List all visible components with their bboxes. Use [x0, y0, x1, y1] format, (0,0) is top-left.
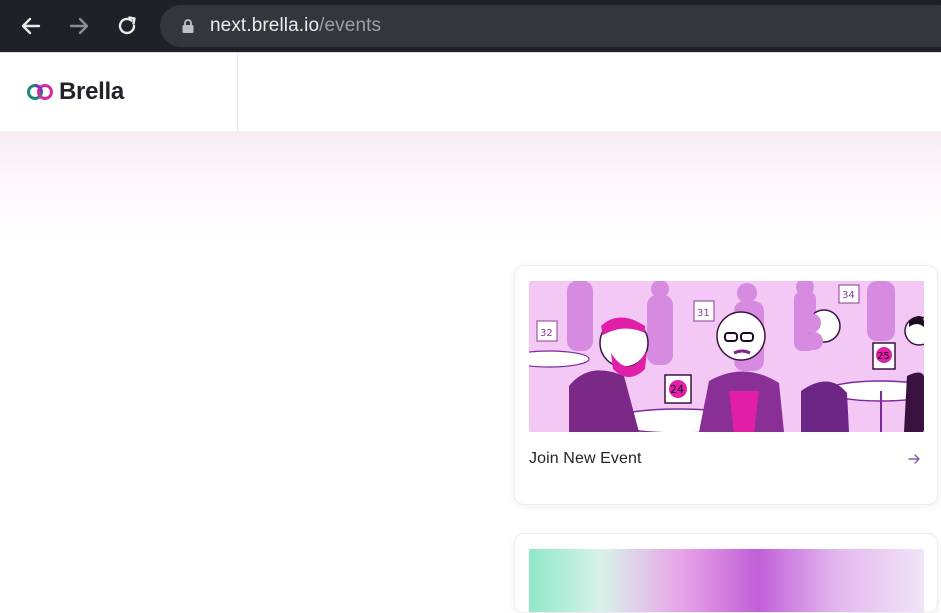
- reload-icon: [118, 16, 136, 35]
- arrow-left-icon: [21, 17, 41, 35]
- forward-button[interactable]: [55, 0, 103, 52]
- browser-toolbar: next.brella.io/events: [0, 0, 941, 52]
- back-button[interactable]: [7, 0, 55, 52]
- logo[interactable]: Brella: [0, 53, 238, 131]
- events-page: 32 31 34 24 25 Join New Event: [0, 131, 941, 613]
- logo-text: Brella: [59, 78, 124, 105]
- url-host: next.brella.io: [210, 15, 320, 36]
- table-number-34: 34: [842, 290, 855, 301]
- lock-icon: [182, 19, 194, 33]
- arrow-right-icon: [69, 17, 89, 35]
- arrow-right-icon[interactable]: [907, 452, 921, 466]
- url-text: next.brella.io/events: [210, 15, 381, 37]
- table-number-31: 31: [697, 308, 710, 319]
- table-number-25: 25: [877, 351, 890, 362]
- card-title: Join New Event: [529, 450, 642, 467]
- url-path: /events: [319, 15, 382, 36]
- networking-event-illustration: 32 31 34 24 25: [529, 281, 924, 432]
- networking-illustration-svg: 32 31 34 24 25: [529, 281, 924, 432]
- event-card[interactable]: [514, 533, 938, 613]
- brella-logo-icon: [27, 84, 53, 100]
- table-number-24: 24: [670, 383, 684, 396]
- join-new-event-card[interactable]: 32 31 34 24 25 Join New Event: [514, 265, 938, 505]
- app-header: Brella: [0, 52, 941, 131]
- reload-button[interactable]: [103, 0, 151, 52]
- address-bar[interactable]: next.brella.io/events: [160, 5, 941, 47]
- card-footer: Join New Event: [529, 443, 921, 475]
- table-number-32: 32: [540, 328, 553, 339]
- event-banner-image: [529, 549, 924, 612]
